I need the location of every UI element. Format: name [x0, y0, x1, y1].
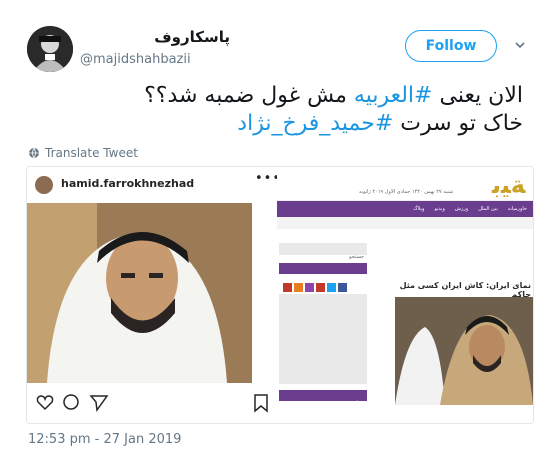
- tweet-text-line-1: الان یعنی #العربیه مش غول ضمبه شد؟؟: [28, 82, 523, 110]
- tweet-timestamp[interactable]: 12:53 pm - 27 Jan 2019: [28, 432, 181, 447]
- site-date-line: شنبه ۲۷ بهمن ۱۴۴۰ جمادی الاول ۲۰۱۹ ژانوی…: [359, 189, 454, 195]
- translate-label[interactable]: Translate Tweet: [45, 146, 138, 160]
- hashtag-link[interactable]: #العربیه: [354, 83, 433, 108]
- site-nav-item: بین الملل: [478, 206, 498, 212]
- site-logo: ﺔﻴﺑ: [492, 171, 526, 199]
- site-subnav-bar: [277, 217, 533, 229]
- hashtag-link[interactable]: #حمید_فرخ_نژاد: [237, 111, 393, 136]
- instagram-avatar: [35, 176, 53, 194]
- tweet-text: خاک تو سرت: [393, 111, 523, 136]
- instagram-action-icons: [36, 394, 268, 413]
- site-search-label: جستجو: [349, 254, 364, 260]
- instagram-screenshot: hamid.farrokhnezhad •••: [27, 167, 280, 423]
- site-nav-bar: وبلاگ ویدیو ورزش بین الملل خاورمیانه: [277, 201, 533, 217]
- instagram-photo: [27, 203, 252, 383]
- display-name[interactable]: پاسکاروف: [0, 28, 230, 46]
- username[interactable]: @majidshahbazii: [80, 52, 191, 67]
- tweet-text-line-2: خاک تو سرت #حمید_فرخ_نژاد: [28, 110, 523, 138]
- site-nav-item: وبلاگ: [413, 206, 425, 212]
- tweet-media-image[interactable]: hamid.farrokhnezhad ••• ﺔﻴﺑ شنبه ۲۷ بهمن…: [26, 166, 534, 424]
- website-screenshot: ﺔﻴﺑ شنبه ۲۷ بهمن ۱۴۴۰ جمادی الاول ۲۰۱۹ ژ…: [277, 167, 533, 423]
- sidebar-title-2: دیدگاه ها: [345, 401, 364, 407]
- site-nav-item: خاورمیانه: [507, 206, 527, 212]
- site-nav-item: ورزش: [454, 206, 469, 212]
- follow-button[interactable]: Follow: [405, 30, 497, 62]
- globe-icon: [29, 147, 39, 159]
- site-sidebar: جستجو تابعونا على دیدگاه ها: [279, 243, 367, 423]
- article-photo: [395, 297, 533, 405]
- translate-tweet-link[interactable]: Translate Tweet: [28, 146, 138, 160]
- site-nav-item: ویدیو: [434, 206, 445, 212]
- tweet-text: الان یعنی: [432, 83, 523, 108]
- chevron-down-icon[interactable]: [513, 38, 527, 52]
- tweet-text: مش غول ضمبه شد؟؟: [144, 83, 354, 108]
- instagram-username: hamid.farrokhnezhad: [61, 177, 195, 190]
